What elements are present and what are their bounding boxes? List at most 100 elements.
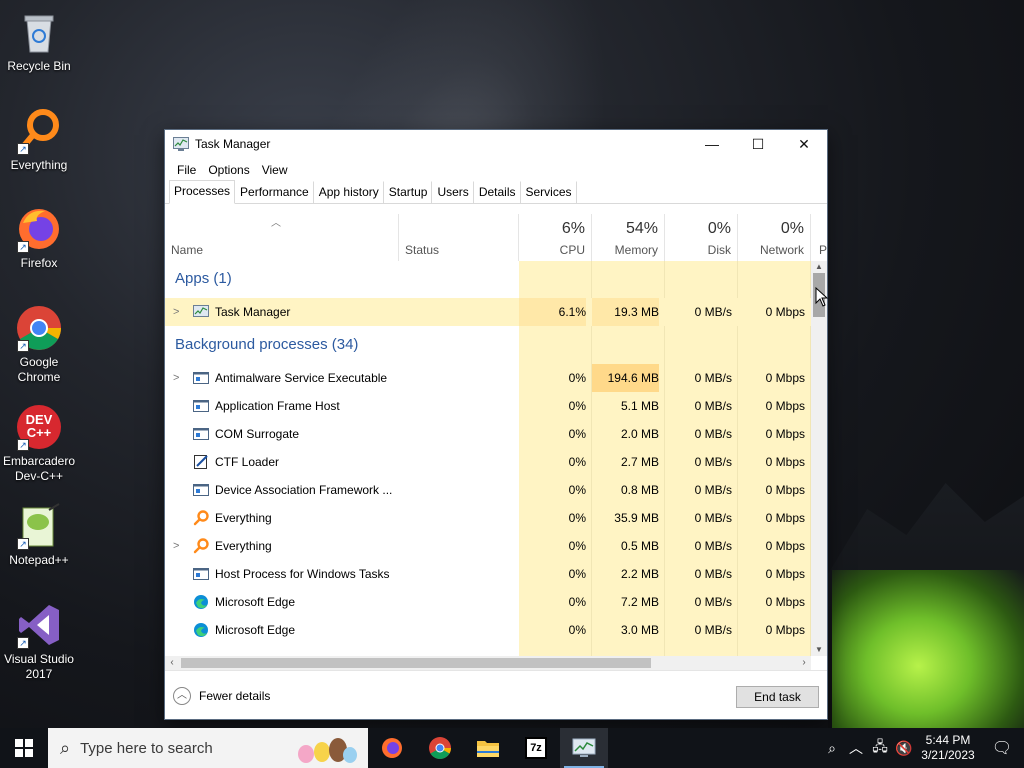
notification-center-icon[interactable]: 🗨 bbox=[980, 738, 1024, 758]
footer-bar: ︿ Fewer details End task bbox=[165, 670, 827, 720]
everything-icon: ↗ bbox=[15, 107, 63, 155]
taskbar-file-explorer[interactable] bbox=[464, 728, 512, 768]
desktop-icon-label: Embarcadero Dev-C++ bbox=[2, 454, 76, 483]
taskbar-7zip[interactable]: 7z bbox=[512, 728, 560, 768]
desktop-icon-label: Recycle Bin bbox=[7, 59, 71, 73]
table-row[interactable]: CTF Loader 0% 2.7 MB 0 MB/s 0 Mbps bbox=[165, 448, 811, 476]
taskbar-chrome[interactable] bbox=[416, 728, 464, 768]
tab-processes[interactable]: Processes bbox=[169, 180, 236, 204]
column-header-network[interactable]: 0% Network bbox=[738, 214, 811, 261]
close-button[interactable]: ✕ bbox=[781, 130, 827, 158]
app-window-icon bbox=[193, 400, 209, 412]
tab-users[interactable]: Users bbox=[432, 181, 474, 203]
process-disk: 0 MB/s bbox=[694, 427, 732, 441]
firefox-icon: ↗ bbox=[15, 205, 63, 253]
scroll-left-icon[interactable]: ‹ bbox=[165, 656, 179, 670]
search-placeholder: Type here to search bbox=[80, 739, 213, 757]
minimize-button[interactable]: — bbox=[689, 130, 735, 158]
desktop-icon-visual-studio[interactable]: ↗ Visual Studio 2017 bbox=[2, 601, 76, 682]
table-row[interactable]: Host Process for Windows Tasks 0% 2.2 MB… bbox=[165, 560, 811, 588]
taskbar-clock[interactable]: 5:44 PM 3/21/2023 bbox=[916, 733, 980, 763]
mouse-cursor-icon bbox=[815, 287, 829, 307]
process-network: 0 Mbps bbox=[765, 371, 805, 385]
desktop-icon-firefox[interactable]: ↗ Firefox bbox=[2, 205, 76, 271]
show-hidden-icons-chevron-icon[interactable]: ︿ bbox=[844, 738, 868, 758]
process-name: Everything bbox=[215, 539, 272, 553]
process-name: Everything bbox=[215, 511, 272, 525]
column-header-name[interactable]: ︿ Name bbox=[165, 214, 399, 261]
shortcut-arrow-icon: ↗ bbox=[17, 143, 29, 155]
start-button[interactable] bbox=[0, 728, 48, 768]
maximize-button[interactable]: ☐ bbox=[735, 130, 781, 158]
table-row[interactable]: COM Surrogate 0% 2.0 MB 0 MB/s 0 Mbps bbox=[165, 420, 811, 448]
desktop-icon-chrome[interactable]: ↗ Google Chrome bbox=[2, 304, 76, 385]
process-memory: 0.5 MB bbox=[620, 539, 659, 553]
file-explorer-icon bbox=[477, 741, 499, 757]
column-header-status[interactable]: Status bbox=[399, 214, 519, 261]
taskbar: ⌕ Type here to search 7z ⌕ ︿ 🖧 🔇 5:44 PM… bbox=[0, 728, 1024, 768]
table-row[interactable]: > Task Manager 6.1% 19.3 MB 0 MB/s 0 Mbp… bbox=[165, 298, 811, 326]
network-disconnected-icon[interactable]: 🖧 bbox=[868, 736, 892, 760]
firefox-icon bbox=[382, 738, 402, 758]
table-row[interactable]: > Everything 0% 0.5 MB 0 MB/s 0 Mbps bbox=[165, 532, 811, 560]
column-header-cpu[interactable]: 6% CPU bbox=[519, 214, 592, 261]
table-row[interactable]: Microsoft Edge 0% 7.2 MB 0 MB/s 0 Mbps bbox=[165, 588, 811, 616]
fewer-details-label: Fewer details bbox=[199, 689, 271, 703]
tray-search-icon[interactable]: ⌕ bbox=[820, 740, 844, 757]
tab-performance[interactable]: Performance bbox=[235, 181, 314, 203]
desktop-icon-devcpp[interactable]: DEV C++ ↗ Embarcadero Dev-C++ bbox=[2, 403, 76, 484]
column-header-memory[interactable]: 54% Memory bbox=[592, 214, 665, 261]
process-cpu: 0% bbox=[568, 427, 586, 441]
column-header-disk[interactable]: 0% Disk bbox=[665, 214, 738, 261]
volume-muted-icon[interactable]: 🔇 bbox=[892, 740, 916, 757]
table-row[interactable]: > Antimalware Service Executable 0% 194.… bbox=[165, 364, 811, 392]
vertical-scrollbar[interactable]: ▲ ▼ bbox=[811, 261, 827, 656]
table-row[interactable]: Application Frame Host 0% 5.1 MB 0 MB/s … bbox=[165, 392, 811, 420]
chrome-icon bbox=[429, 737, 451, 759]
system-tray: ⌕ ︿ 🖧 🔇 5:44 PM 3/21/2023 🗨 bbox=[820, 728, 1024, 768]
end-task-button[interactable]: End task bbox=[736, 686, 819, 708]
desktop-icon-recycle-bin[interactable]: Recycle Bin bbox=[2, 8, 76, 74]
shortcut-arrow-icon: ↗ bbox=[17, 538, 29, 550]
process-name: CTF Loader bbox=[215, 455, 280, 469]
menu-options[interactable]: Options bbox=[202, 163, 255, 177]
column-header-power[interactable]: P bbox=[811, 214, 827, 261]
table-row[interactable]: Everything 0% 35.9 MB 0 MB/s 0 Mbps bbox=[165, 504, 811, 532]
menu-view[interactable]: View bbox=[256, 163, 294, 177]
window-title: Task Manager bbox=[195, 137, 271, 151]
scroll-right-icon[interactable]: › bbox=[797, 656, 811, 670]
menu-bar: File Options View bbox=[165, 158, 827, 182]
task-manager-icon bbox=[173, 137, 189, 151]
horizontal-scrollbar[interactable]: ‹ › bbox=[165, 656, 811, 670]
table-row[interactable]: Device Association Framework ... 0% 0.8 … bbox=[165, 476, 811, 504]
taskbar-task-manager[interactable] bbox=[560, 728, 608, 768]
scroll-up-icon[interactable]: ▲ bbox=[811, 261, 827, 273]
tab-services[interactable]: Services bbox=[521, 181, 577, 203]
process-disk: 0 MB/s bbox=[694, 371, 732, 385]
tab-details[interactable]: Details bbox=[474, 181, 521, 203]
process-memory: 0.8 MB bbox=[620, 483, 659, 497]
process-cpu: 0% bbox=[568, 371, 586, 385]
taskbar-firefox[interactable] bbox=[368, 728, 416, 768]
horizontal-scroll-thumb[interactable] bbox=[181, 658, 651, 668]
tab-app-history[interactable]: App history bbox=[314, 181, 384, 203]
expand-chevron-icon[interactable]: > bbox=[173, 532, 179, 560]
expand-chevron-icon[interactable]: > bbox=[173, 364, 179, 392]
expand-chevron-icon[interactable]: > bbox=[173, 298, 179, 326]
title-bar[interactable]: Task Manager — ☐ ✕ bbox=[165, 130, 827, 158]
menu-file[interactable]: File bbox=[171, 163, 202, 177]
process-cpu: 0% bbox=[568, 539, 586, 553]
desktop-icon-notepadpp[interactable]: ↗ Notepad++ bbox=[2, 502, 76, 568]
taskbar-search-box[interactable]: ⌕ Type here to search bbox=[48, 728, 368, 768]
scroll-down-icon[interactable]: ▼ bbox=[811, 644, 827, 656]
desktop-icon-everything[interactable]: ↗ Everything bbox=[2, 107, 76, 173]
table-row[interactable]: Microsoft Edge 0% 3.0 MB 0 MB/s 0 Mbps bbox=[165, 616, 811, 644]
shortcut-arrow-icon: ↗ bbox=[17, 439, 29, 451]
process-memory: 2.0 MB bbox=[620, 427, 659, 441]
tab-startup[interactable]: Startup bbox=[384, 181, 433, 203]
shortcut-arrow-icon: ↗ bbox=[17, 241, 29, 253]
process-disk: 0 MB/s bbox=[694, 539, 732, 553]
fewer-details-link[interactable]: ︿ Fewer details bbox=[173, 687, 270, 705]
edge-icon bbox=[194, 623, 208, 637]
process-disk: 0 MB/s bbox=[694, 399, 732, 413]
